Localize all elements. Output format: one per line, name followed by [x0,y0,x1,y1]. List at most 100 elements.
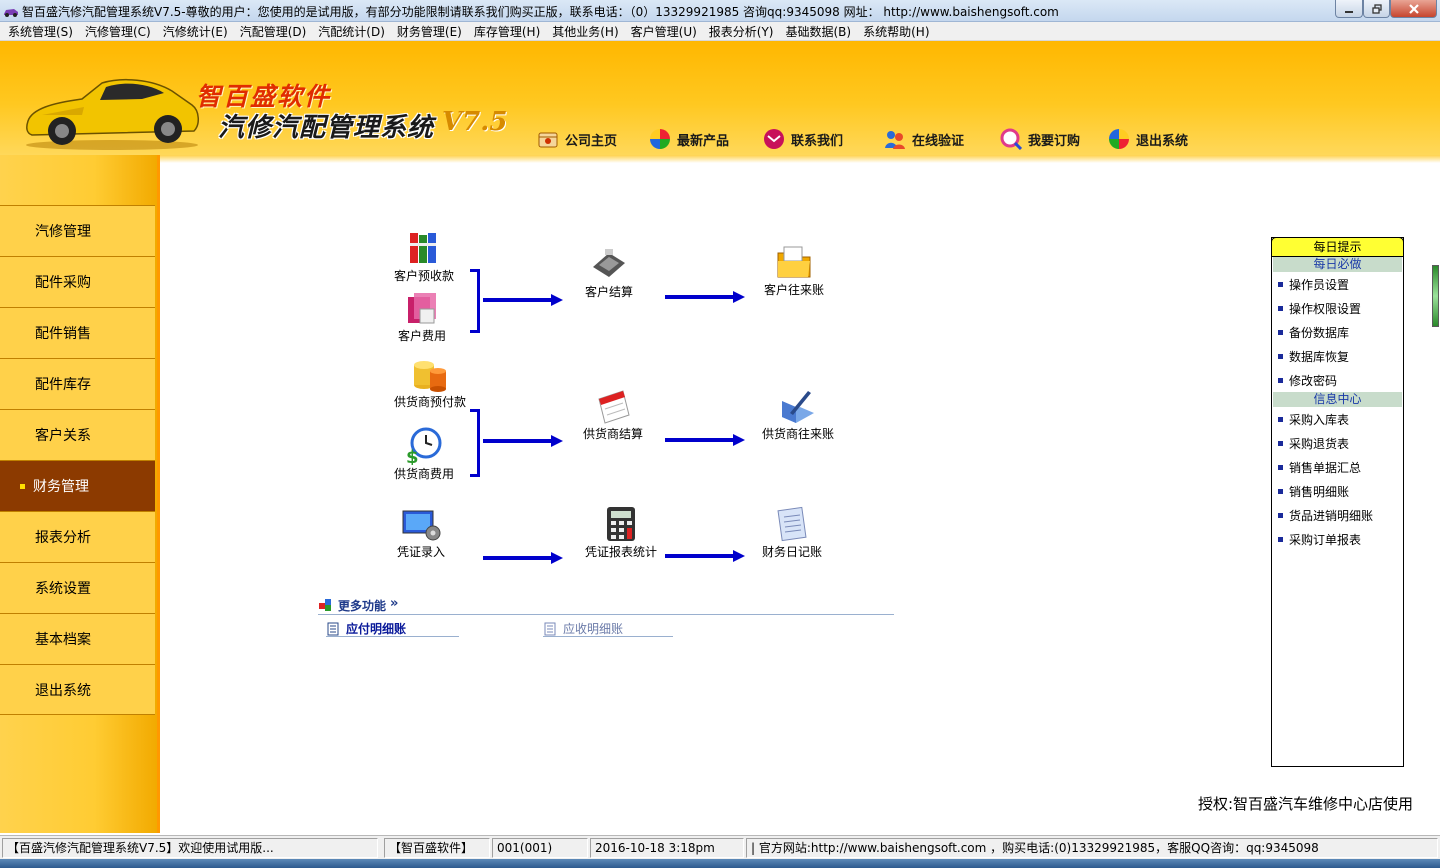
header-banner: 智百盛软件 汽修汽配管理系统 V7.5 公司主页 最新产品 联系我们 在线验证 … [0,41,1440,155]
sidebar-item-sales[interactable]: 配件销售 [0,307,155,358]
sidebar-item-repair[interactable]: 汽修管理 [0,205,155,256]
menu-finance[interactable]: 财务管理(E) [392,23,469,40]
tips-title: 每日提示 [1271,237,1404,257]
window-title: 智百盛汽修汽配管理系统V7.5-尊敬的用户：您使用的是试用版，有部分功能限制请联… [22,5,1059,19]
content-top-shade [160,155,1440,163]
bullet-icon [1278,353,1283,359]
tip-backup-db[interactable]: 备份数据库 [1272,320,1403,344]
menu-reports[interactable]: 报表分析(Y) [704,23,781,40]
flow-bracket-customer [470,269,480,333]
sidebar: 汽修管理 配件采购 配件销售 配件库存 客户关系 财务管理 报表分析 系统设置 … [0,155,160,833]
node-supplier-settle[interactable]: 供货商结算 [583,387,643,442]
bullet-icon [1278,329,1283,335]
document-icon [544,622,556,635]
bullet-icon [1278,440,1283,446]
close-button[interactable] [1390,0,1437,18]
restore-icon [1371,3,1382,14]
sidebar-item-settings[interactable]: 系统设置 [0,562,155,613]
tip-operator-settings[interactable]: 操作员设置 [1272,272,1403,296]
blocks-icon [319,599,331,611]
svg-text:$: $ [406,447,419,465]
status-bar: 【百盛汽修汽配管理系统V7.5】欢迎使用试用版... 【智百盛软件】 001(0… [0,835,1440,859]
link-payable-detail[interactable]: 应付明细账 [326,621,459,637]
node-customer-ledger[interactable]: 客户往来账 [764,243,824,298]
pinwheel-exit-icon [1109,129,1129,149]
bullet-icon [1278,488,1283,494]
node-supplier-expense[interactable]: $ 供货商费用 [394,427,454,482]
bullet-icon [1278,512,1283,518]
menu-basic-data[interactable]: 基础数据(B) [781,23,859,40]
node-voucher-entry[interactable]: 凭证录入 [397,505,445,560]
menu-repair-stats[interactable]: 汽修统计(E) [158,23,235,40]
main-content: 客户预收款 客户费用 客户结算 客户往来账 供货商预付款 $ 供货商费用 供货商… [160,155,1440,833]
node-finance-journal[interactable]: 财务日记账 [762,505,822,560]
tip-change-password[interactable]: 修改密码 [1272,368,1403,392]
tip-sales-detail[interactable]: 销售明细账 [1272,479,1403,503]
nav-new-products[interactable]: 最新产品 [649,127,729,151]
flow-arrow-customer-2 [665,291,745,303]
sidebar-item-reports[interactable]: 报表分析 [0,511,155,562]
nav-exit[interactable]: 退出系统 [1108,127,1188,151]
tip-restore-db[interactable]: 数据库恢复 [1272,344,1403,368]
nav-home[interactable]: 公司主页 [537,127,617,151]
more-functions-header: 更多功能 » [318,595,894,615]
minimize-button[interactable] [1335,0,1363,18]
node-customer-expense[interactable]: 客户费用 [398,289,446,344]
tip-purchase-in[interactable]: 采购入库表 [1272,407,1403,431]
calendar-icon [598,390,630,424]
folder-icon [777,246,811,278]
side-scroll-indicator[interactable] [1432,265,1439,327]
license-text: 授权:智百盛汽车维修中心店使用 [1198,795,1414,813]
menu-other[interactable]: 其他业务(H) [547,23,625,40]
sidebar-item-crm[interactable]: 客户关系 [0,409,155,460]
menu-system[interactable]: 系统管理(S) [3,23,80,40]
users-icon [885,131,905,149]
menu-help[interactable]: 系统帮助(H) [858,23,936,40]
menu-customer[interactable]: 客户管理(U) [626,23,704,40]
node-customer-settle[interactable]: 客户结算 [585,245,633,300]
menu-inventory[interactable]: 库存管理(H) [469,23,547,40]
bullet-icon [1278,536,1283,542]
brand-version: V7.5 [442,107,508,137]
nav-online-verify[interactable]: 在线验证 [884,127,964,151]
tip-purchase-order-report[interactable]: 采购订单报表 [1272,527,1403,551]
nav-contact-us[interactable]: 联系我们 [763,127,843,151]
sidebar-item-stock[interactable]: 配件库存 [0,358,155,409]
menu-parts[interactable]: 汽配管理(D) [235,23,314,40]
link-receivable-detail[interactable]: 应收明细账 [543,621,673,637]
sidebar-item-finance[interactable]: 财务管理 [0,460,155,511]
bullet-icon [1278,464,1283,470]
tip-permission-settings[interactable]: 操作权限设置 [1272,296,1403,320]
document-icon [327,622,339,635]
contact-icon [764,129,784,149]
sidebar-item-basic-records[interactable]: 基本档案 [0,613,155,664]
app-car-icon [4,9,18,17]
menu-repair[interactable]: 汽修管理(C) [80,23,158,40]
status-company: 【智百盛软件】 [384,838,490,858]
node-supplier-prepay[interactable]: 供货商预付款 [394,355,466,410]
box-icon [408,293,436,324]
flow-arrow-supplier-1 [483,435,563,447]
node-customer-prepay[interactable]: 客户预收款 [394,229,454,284]
search-icon [1000,128,1022,150]
tip-goods-detail[interactable]: 货品进销明细账 [1272,503,1403,527]
brand-product-name: 汽修汽配管理系统 [218,113,435,143]
flow-bracket-supplier [470,409,480,477]
maximize-button[interactable] [1363,0,1390,18]
book-pen-icon [782,391,814,423]
tip-purchase-return[interactable]: 采购退货表 [1272,431,1403,455]
node-voucher-report[interactable]: 凭证报表统计 [585,505,657,560]
pinwheel-icon [650,129,670,149]
nav-order[interactable]: 我要订购 [1000,127,1080,151]
sidebar-item-exit[interactable]: 退出系统 [0,664,155,715]
sidebar-item-purchase[interactable]: 配件采购 [0,256,155,307]
menu-parts-stats[interactable]: 汽配统计(D) [313,23,392,40]
tip-sales-summary[interactable]: 销售单据汇总 [1272,455,1403,479]
computer-icon [402,510,441,541]
bullet-icon [1278,377,1283,383]
node-supplier-ledger[interactable]: 供货商往来账 [762,387,834,442]
status-contact: | 官方网站:http://www.baishengsoft.com ，购买电话… [746,838,1438,858]
home-icon [538,132,558,148]
status-welcome: 【百盛汽修汽配管理系统V7.5】欢迎使用试用版... [2,838,378,858]
minimize-icon [1345,10,1353,13]
